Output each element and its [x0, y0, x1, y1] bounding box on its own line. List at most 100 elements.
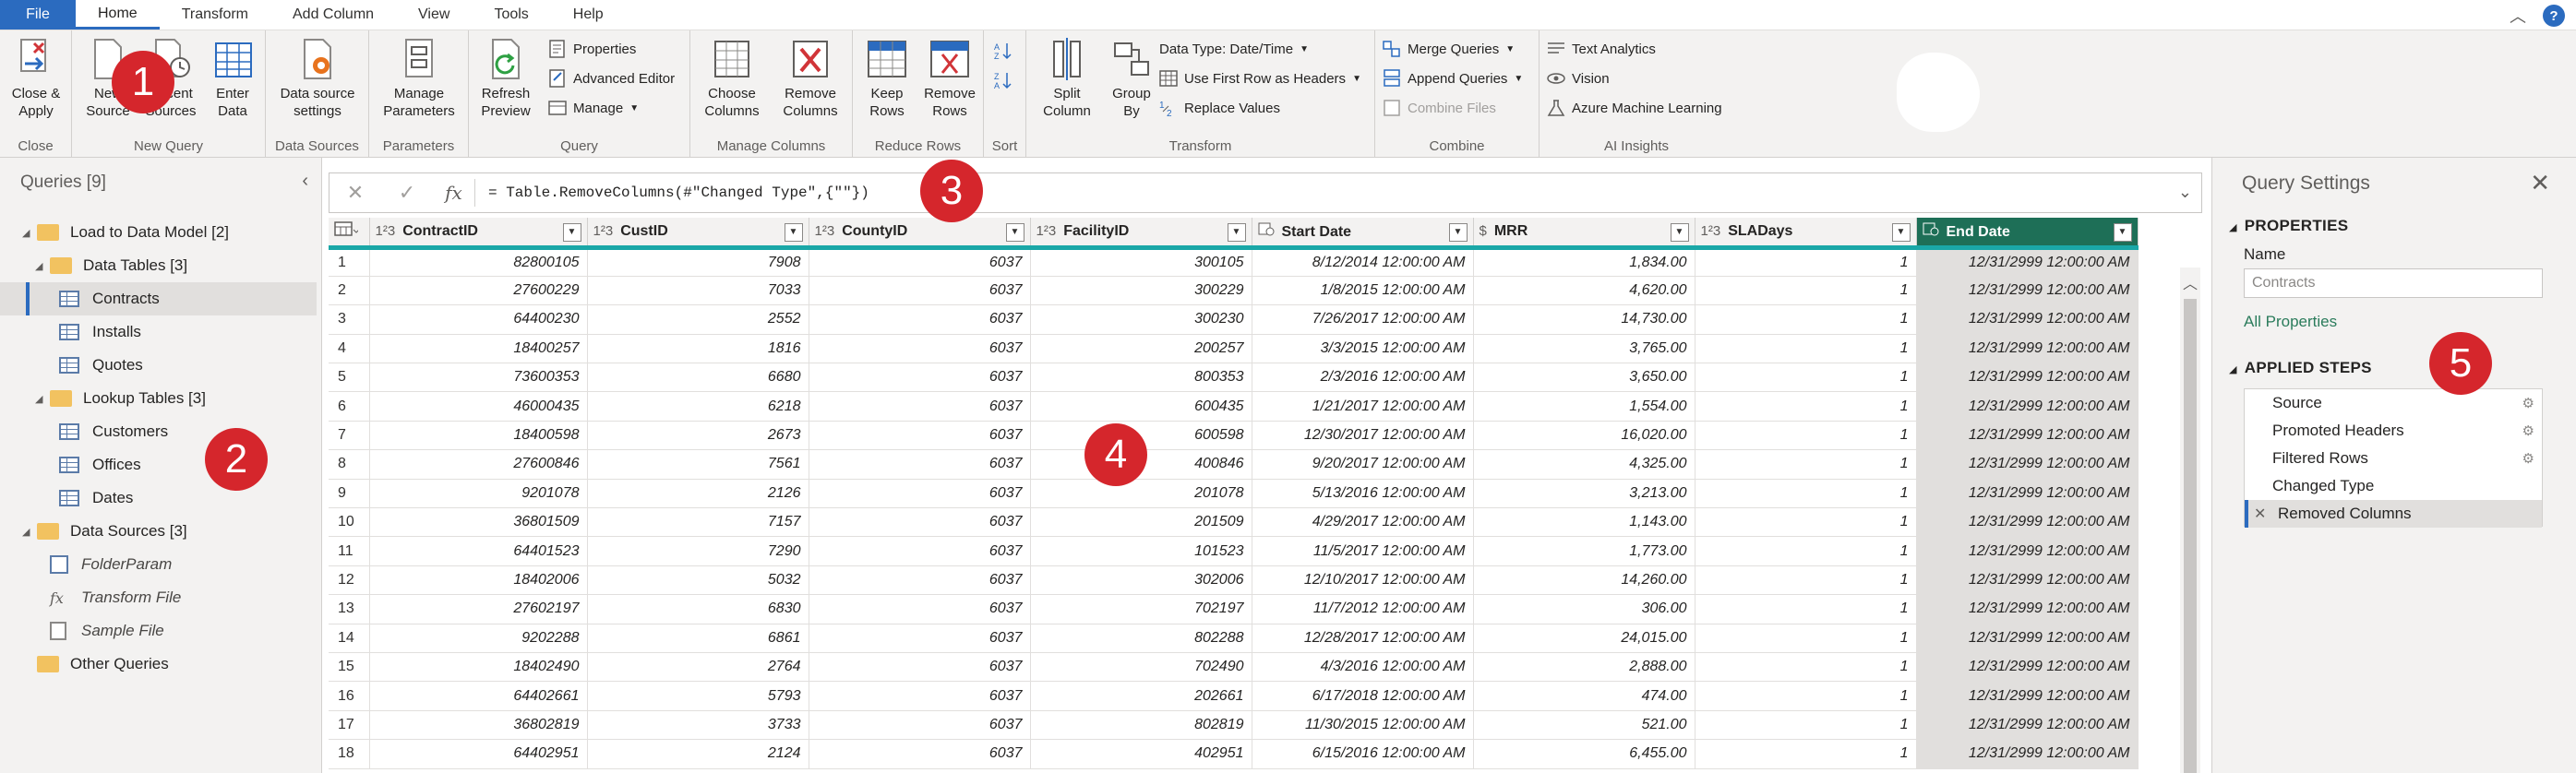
- whole-number-type-icon[interactable]: 1²3: [376, 223, 396, 239]
- row-number[interactable]: 13: [329, 594, 370, 624]
- text-analytics-button[interactable]: Text Analytics: [1547, 36, 1656, 62]
- query-item-installs[interactable]: Installs: [0, 315, 322, 349]
- table-cell[interactable]: 6/17/2018 12:00:00 AM: [1252, 681, 1474, 711]
- tab-transform[interactable]: Transform: [160, 0, 270, 30]
- append-queries-button[interactable]: Append Queries ▼: [1383, 65, 1523, 91]
- column-filter-dropdown[interactable]: ▼: [1670, 223, 1689, 242]
- table-cell[interactable]: 27602197: [369, 594, 588, 624]
- table-cell[interactable]: 12/31/2999 12:00:00 AM: [1916, 536, 2139, 566]
- query-folder-data-sources[interactable]: ◢ Data Sources [3]: [0, 515, 322, 548]
- table-cell[interactable]: 12/31/2999 12:00:00 AM: [1916, 681, 2139, 711]
- tab-home[interactable]: Home: [76, 0, 160, 30]
- table-cell[interactable]: 7561: [587, 449, 809, 480]
- table-cell[interactable]: 474.00: [1473, 681, 1695, 711]
- table-cell[interactable]: 8/12/2014 12:00:00 AM: [1252, 247, 1474, 277]
- column-filter-dropdown[interactable]: ▼: [1227, 223, 1246, 242]
- use-first-row-button[interactable]: Use First Row as Headers ▼: [1159, 65, 1361, 91]
- query-item-transform-file[interactable]: fx Transform File: [0, 581, 322, 614]
- tab-help[interactable]: Help: [551, 0, 626, 30]
- properties-button[interactable]: Properties: [548, 36, 636, 62]
- close-apply-button[interactable]: Close & Apply: [7, 36, 65, 120]
- table-cell[interactable]: 11/7/2012 12:00:00 AM: [1252, 594, 1474, 624]
- table-cell[interactable]: 306.00: [1473, 594, 1695, 624]
- replace-values-button[interactable]: 12 Replace Values: [1159, 95, 1280, 121]
- row-number[interactable]: 11: [329, 536, 370, 566]
- query-item-contracts[interactable]: Contracts: [0, 282, 317, 315]
- merge-queries-button[interactable]: Merge Queries ▼: [1383, 36, 1515, 62]
- all-properties-link[interactable]: All Properties: [2244, 313, 2337, 331]
- close-icon[interactable]: ✕: [2530, 169, 2550, 197]
- table-cell[interactable]: 27600846: [369, 449, 588, 480]
- table-cell[interactable]: 64402661: [369, 681, 588, 711]
- table-cell[interactable]: 802288: [1030, 624, 1252, 653]
- group-by-button[interactable]: Group By: [1106, 36, 1157, 120]
- table-cell[interactable]: 7033: [587, 276, 809, 306]
- table-cell[interactable]: 18400257: [369, 334, 588, 364]
- row-number[interactable]: 16: [329, 681, 370, 711]
- table-cell[interactable]: 6037: [809, 507, 1031, 538]
- table-cell[interactable]: 600435: [1030, 391, 1252, 422]
- table-cell[interactable]: 12/31/2999 12:00:00 AM: [1916, 247, 2139, 277]
- table-cell[interactable]: 6861: [587, 624, 809, 653]
- table-cell[interactable]: 4/29/2017 12:00:00 AM: [1252, 507, 1474, 538]
- query-item-offices[interactable]: Offices: [0, 448, 322, 482]
- table-cell[interactable]: 12/31/2999 12:00:00 AM: [1916, 507, 2139, 538]
- table-cell[interactable]: 24,015.00: [1473, 624, 1695, 653]
- table-cell[interactable]: 6037: [809, 363, 1031, 393]
- query-folder-data-tables[interactable]: ◢ Data Tables [3]: [0, 249, 322, 282]
- advanced-editor-button[interactable]: Advanced Editor: [548, 65, 675, 91]
- table-cell[interactable]: 16,020.00: [1473, 421, 1695, 451]
- table-cell[interactable]: 6037: [809, 739, 1031, 769]
- gear-icon[interactable]: ⚙: [2522, 450, 2534, 467]
- column-filter-dropdown[interactable]: ▼: [1891, 223, 1911, 242]
- column-header-countyid[interactable]: 1²3 CountyID ▼: [809, 218, 1031, 250]
- scroll-up-icon[interactable]: ︿: [2180, 271, 2200, 293]
- table-cell[interactable]: 1,834.00: [1473, 247, 1695, 277]
- table-cell[interactable]: 1: [1695, 681, 1917, 711]
- column-header-contractid[interactable]: 1²3 ContractID ▼: [369, 218, 588, 250]
- table-cell[interactable]: 6218: [587, 391, 809, 422]
- table-cell[interactable]: 800353: [1030, 363, 1252, 393]
- whole-number-type-icon[interactable]: 1²3: [593, 223, 614, 239]
- delete-step-icon[interactable]: ✕: [2254, 505, 2272, 523]
- column-header-sladays[interactable]: 1²3 SLADays ▼: [1695, 218, 1917, 250]
- table-cell[interactable]: 2124: [587, 739, 809, 769]
- table-cell[interactable]: 6037: [809, 624, 1031, 653]
- table-cell[interactable]: 12/31/2999 12:00:00 AM: [1916, 624, 2139, 653]
- table-cell[interactable]: 9202288: [369, 624, 588, 653]
- table-cell[interactable]: 1: [1695, 479, 1917, 509]
- data-type-dropdown[interactable]: Data Type: Date/Time ▼: [1159, 36, 1309, 62]
- table-cell[interactable]: 5032: [587, 565, 809, 596]
- sort-ascending-button[interactable]: AZ: [993, 38, 1012, 64]
- row-number[interactable]: 7: [329, 421, 370, 451]
- table-cell[interactable]: 64401523: [369, 536, 588, 566]
- table-cell[interactable]: 2126: [587, 479, 809, 509]
- vertical-scrollbar[interactable]: ︿: [2180, 268, 2200, 773]
- choose-columns-button[interactable]: Choose Columns: [696, 36, 768, 120]
- column-filter-dropdown[interactable]: ▼: [784, 223, 803, 242]
- table-cell[interactable]: 18402490: [369, 652, 588, 683]
- table-cell[interactable]: 302006: [1030, 565, 1252, 596]
- table-cell[interactable]: 11/30/2015 12:00:00 AM: [1252, 710, 1474, 741]
- tab-tools[interactable]: Tools: [472, 0, 550, 30]
- table-cell[interactable]: 36801509: [369, 507, 588, 538]
- data-source-settings-button[interactable]: Data source settings: [275, 36, 360, 120]
- table-cell[interactable]: 6037: [809, 594, 1031, 624]
- scroll-thumb[interactable]: [2184, 299, 2197, 773]
- table-cell[interactable]: 2673: [587, 421, 809, 451]
- tab-file[interactable]: File: [0, 0, 76, 30]
- table-cell[interactable]: 1: [1695, 739, 1917, 769]
- fx-icon[interactable]: fx: [433, 179, 475, 207]
- table-cell[interactable]: 12/31/2999 12:00:00 AM: [1916, 479, 2139, 509]
- remove-rows-button[interactable]: Remove Rows: [919, 36, 980, 120]
- step-filtered-rows[interactable]: Filtered Rows ⚙: [2245, 445, 2542, 472]
- table-cell[interactable]: 802819: [1030, 710, 1252, 741]
- table-cell[interactable]: 3,213.00: [1473, 479, 1695, 509]
- row-number[interactable]: 17: [329, 710, 370, 741]
- table-cell[interactable]: 6680: [587, 363, 809, 393]
- table-cell[interactable]: 200257: [1030, 334, 1252, 364]
- row-number[interactable]: 14: [329, 624, 370, 653]
- column-header-facilityid[interactable]: 1²3 FacilityID ▼: [1030, 218, 1252, 250]
- table-cell[interactable]: 1: [1695, 334, 1917, 364]
- query-folder-lookup-tables[interactable]: ◢ Lookup Tables [3]: [0, 382, 322, 415]
